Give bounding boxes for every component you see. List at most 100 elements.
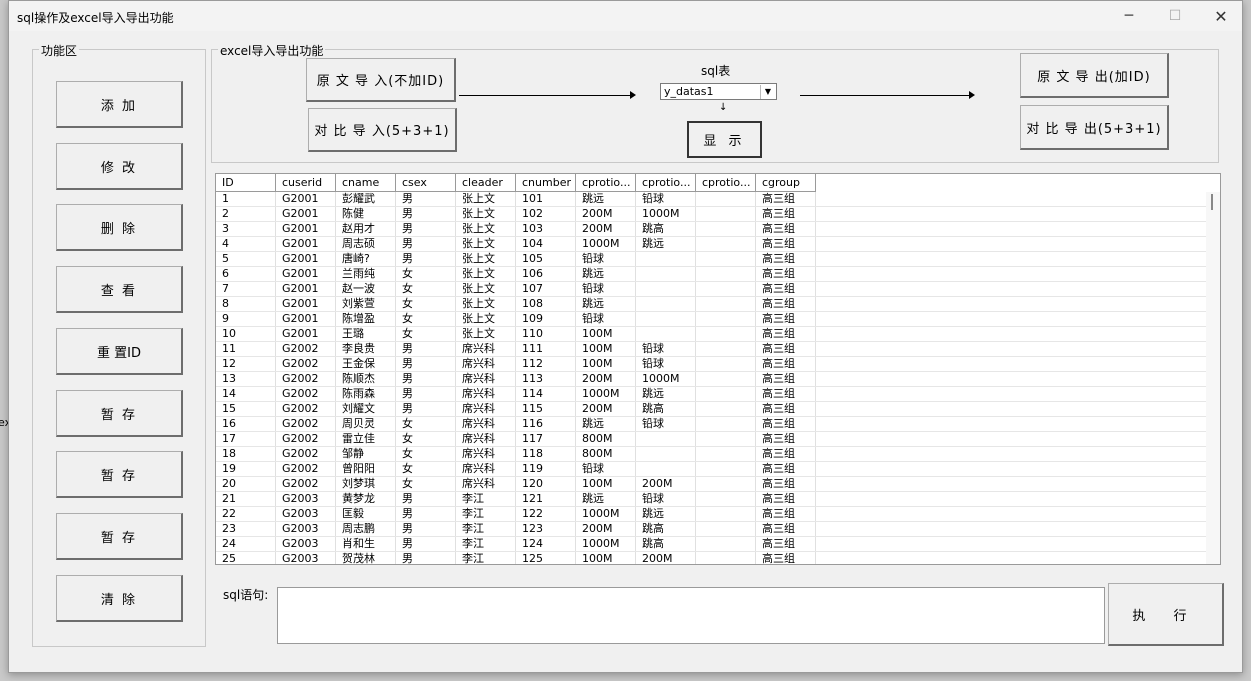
- table-cell[interactable]: G2002: [276, 462, 336, 476]
- table-cell[interactable]: [696, 537, 756, 551]
- table-cell[interactable]: 121: [516, 492, 576, 506]
- table-cell[interactable]: 113: [516, 372, 576, 386]
- table-cell[interactable]: 200M: [576, 222, 636, 236]
- table-row[interactable]: 11 G2002 李良贵男席兴科 111 100M 铅球 高三组: [216, 342, 1206, 357]
- table-cell[interactable]: 12: [216, 357, 276, 371]
- table-row[interactable]: 1 G2001 彭耀武男张上文 101 跳远 铅球 高三组: [216, 192, 1206, 207]
- table-cell[interactable]: G2002: [276, 372, 336, 386]
- table-cell[interactable]: 跳远: [576, 267, 636, 281]
- table-cell[interactable]: G2001: [276, 297, 336, 311]
- table-cell[interactable]: 124: [516, 537, 576, 551]
- modify-button[interactable]: 修 改: [56, 143, 183, 190]
- table-cell[interactable]: 女: [396, 477, 456, 491]
- column-header[interactable]: cprotio...: [696, 174, 756, 191]
- table-cell[interactable]: 9: [216, 312, 276, 326]
- temp-button-1[interactable]: 暂 存: [56, 390, 183, 437]
- table-cell[interactable]: 男: [396, 192, 456, 206]
- chevron-down-icon[interactable]: ▼: [760, 85, 775, 99]
- table-cell[interactable]: 跳高: [636, 402, 696, 416]
- table-cell[interactable]: 高三组: [756, 507, 816, 521]
- table-cell[interactable]: 110: [516, 327, 576, 341]
- table-cell[interactable]: 10: [216, 327, 276, 341]
- table-cell[interactable]: 高三组: [756, 207, 816, 221]
- table-cell[interactable]: [696, 267, 756, 281]
- table-cell[interactable]: G2003: [276, 522, 336, 536]
- table-cell[interactable]: 高三组: [756, 372, 816, 386]
- table-cell[interactable]: [696, 387, 756, 401]
- table-cell[interactable]: 张上文: [456, 297, 516, 311]
- table-row[interactable]: 2 G2001 陈健男张上文 102 200M 1000M 高三组: [216, 207, 1206, 222]
- table-cell[interactable]: G2001: [276, 252, 336, 266]
- table-cell[interactable]: [696, 342, 756, 356]
- table-cell[interactable]: [696, 402, 756, 416]
- table-cell[interactable]: 女: [396, 267, 456, 281]
- table-cell[interactable]: 刘梦琪: [336, 477, 396, 491]
- table-cell[interactable]: 贺茂林: [336, 552, 396, 564]
- table-cell[interactable]: G2003: [276, 492, 336, 506]
- table-cell[interactable]: 118: [516, 447, 576, 461]
- table-cell[interactable]: 铅球: [636, 492, 696, 506]
- table-cell[interactable]: 李江: [456, 507, 516, 521]
- table-cell[interactable]: 200M: [636, 477, 696, 491]
- table-cell[interactable]: 15: [216, 402, 276, 416]
- column-header[interactable]: cgroup: [756, 174, 816, 191]
- table-cell[interactable]: 103: [516, 222, 576, 236]
- table-cell[interactable]: G2001: [276, 237, 336, 251]
- table-cell[interactable]: 跳远: [636, 387, 696, 401]
- table-cell[interactable]: 男: [396, 387, 456, 401]
- table-cell[interactable]: 107: [516, 282, 576, 296]
- table-cell[interactable]: 张上文: [456, 282, 516, 296]
- table-cell[interactable]: 李江: [456, 537, 516, 551]
- table-cell[interactable]: 14: [216, 387, 276, 401]
- table-cell[interactable]: 周志鹏: [336, 522, 396, 536]
- table-cell[interactable]: 王璐: [336, 327, 396, 341]
- table-cell[interactable]: 男: [396, 357, 456, 371]
- table-cell[interactable]: [696, 237, 756, 251]
- table-cell[interactable]: 王金保: [336, 357, 396, 371]
- table-cell[interactable]: G2003: [276, 507, 336, 521]
- table-cell[interactable]: 男: [396, 342, 456, 356]
- table-row[interactable]: 6 G2001 兰雨纯女张上文 106 跳远 高三组: [216, 267, 1206, 282]
- table-cell[interactable]: 25: [216, 552, 276, 564]
- table-cell[interactable]: 陈增盈: [336, 312, 396, 326]
- table-cell[interactable]: 200M: [636, 552, 696, 564]
- table-row[interactable]: 8 G2001 刘紫萱女张上文 108 跳远 高三组: [216, 297, 1206, 312]
- table-cell[interactable]: [696, 477, 756, 491]
- table-cell[interactable]: 1000M: [576, 237, 636, 251]
- table-cell[interactable]: 女: [396, 417, 456, 431]
- table-cell[interactable]: [636, 327, 696, 341]
- table-cell[interactable]: G2001: [276, 282, 336, 296]
- table-row[interactable]: 25 G2003 贺茂林男李江 125 100M 200M 高三组: [216, 552, 1206, 564]
- column-header[interactable]: cnumber: [516, 174, 576, 191]
- table-cell[interactable]: [636, 312, 696, 326]
- table-cell[interactable]: [696, 492, 756, 506]
- table-cell[interactable]: 陈雨森: [336, 387, 396, 401]
- table-cell[interactable]: [696, 297, 756, 311]
- table-row[interactable]: 12 G2002 王金保男席兴科 112 100M 铅球 高三组: [216, 357, 1206, 372]
- table-cell[interactable]: 13: [216, 372, 276, 386]
- maximize-button[interactable]: ☐: [1152, 1, 1198, 31]
- execute-button[interactable]: 执 行: [1108, 583, 1224, 646]
- column-header[interactable]: csex: [396, 174, 456, 191]
- table-cell[interactable]: 黄梦龙: [336, 492, 396, 506]
- sql-statement-input[interactable]: [277, 587, 1105, 644]
- table-cell[interactable]: 高三组: [756, 432, 816, 446]
- table-cell[interactable]: 111: [516, 342, 576, 356]
- table-cell[interactable]: 1000M: [576, 387, 636, 401]
- table-cell[interactable]: 105: [516, 252, 576, 266]
- table-cell[interactable]: 109: [516, 312, 576, 326]
- table-cell[interactable]: 张上文: [456, 192, 516, 206]
- table-cell[interactable]: 高三组: [756, 417, 816, 431]
- table-cell[interactable]: 8: [216, 297, 276, 311]
- table-cell[interactable]: 席兴科: [456, 357, 516, 371]
- table-cell[interactable]: 李江: [456, 522, 516, 536]
- table-cell[interactable]: [636, 267, 696, 281]
- table-cell[interactable]: [696, 192, 756, 206]
- view-button[interactable]: 查 看: [56, 266, 183, 313]
- table-cell[interactable]: 高三组: [756, 522, 816, 536]
- table-cell[interactable]: 20: [216, 477, 276, 491]
- table-cell[interactable]: [696, 432, 756, 446]
- table-cell[interactable]: [636, 282, 696, 296]
- table-cell[interactable]: 3: [216, 222, 276, 236]
- table-cell[interactable]: [696, 462, 756, 476]
